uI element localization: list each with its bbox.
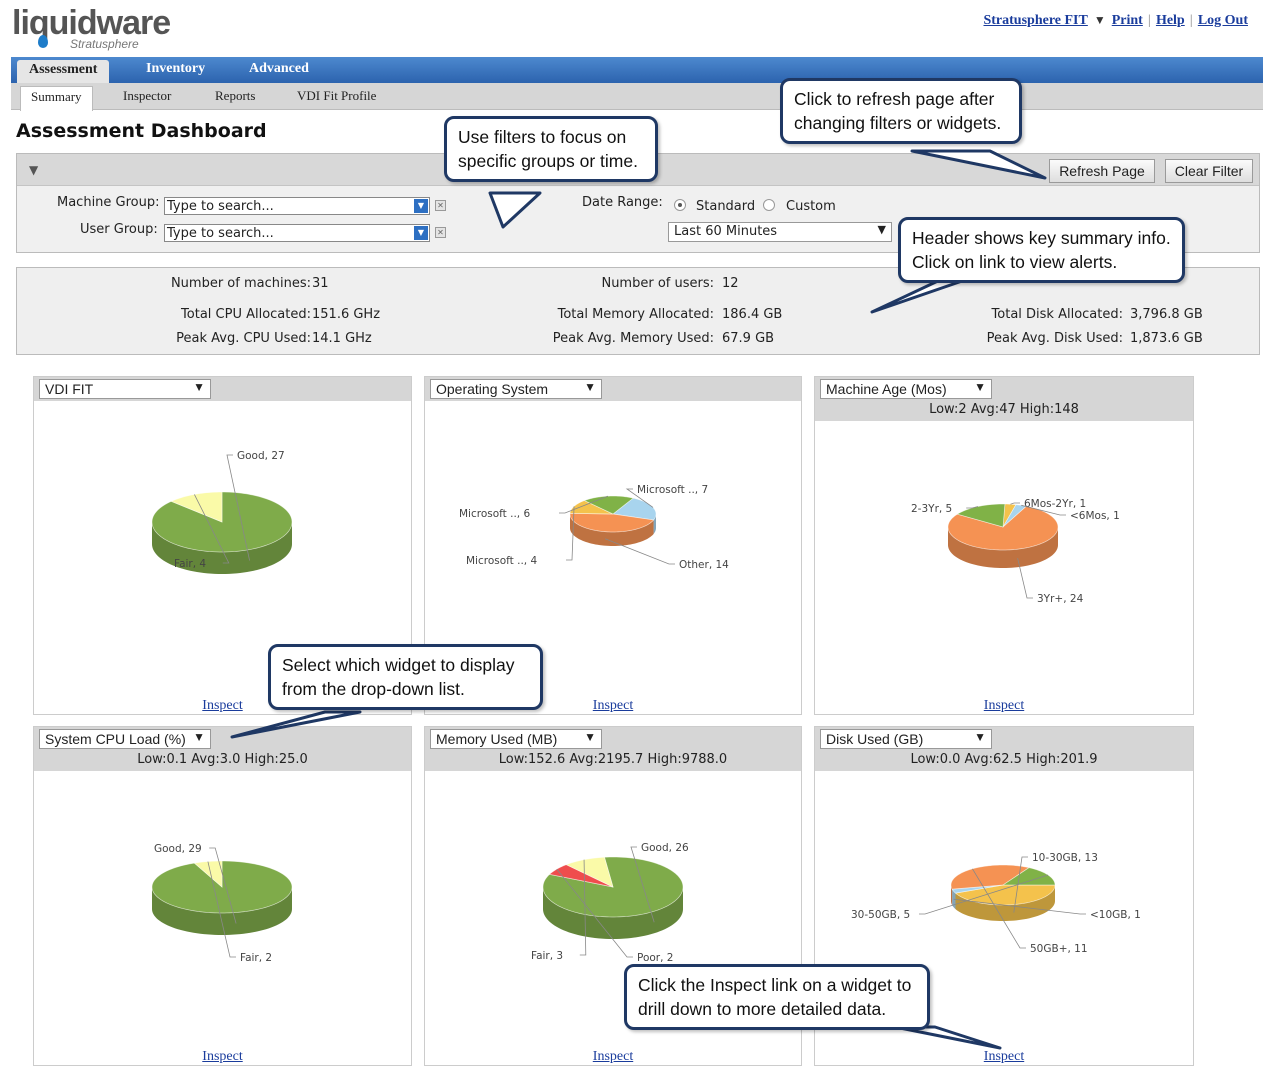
callout-inspect: Click the Inspect link on a widget to dr… [624,964,930,1030]
refresh-pointer [910,149,1047,180]
header-pointer [870,278,967,314]
widget-pointer [230,710,362,739]
filters-pointer [488,191,542,229]
callout-widget: Select which widget to display from the … [268,644,543,710]
callout-filters: Use filters to focus on specific groups … [444,116,658,182]
callout-refresh: Click to refresh page after changing fil… [780,78,1022,144]
inspect-pointer [893,1025,1002,1050]
callout-header: Header shows key summary info. Click on … [898,217,1185,283]
